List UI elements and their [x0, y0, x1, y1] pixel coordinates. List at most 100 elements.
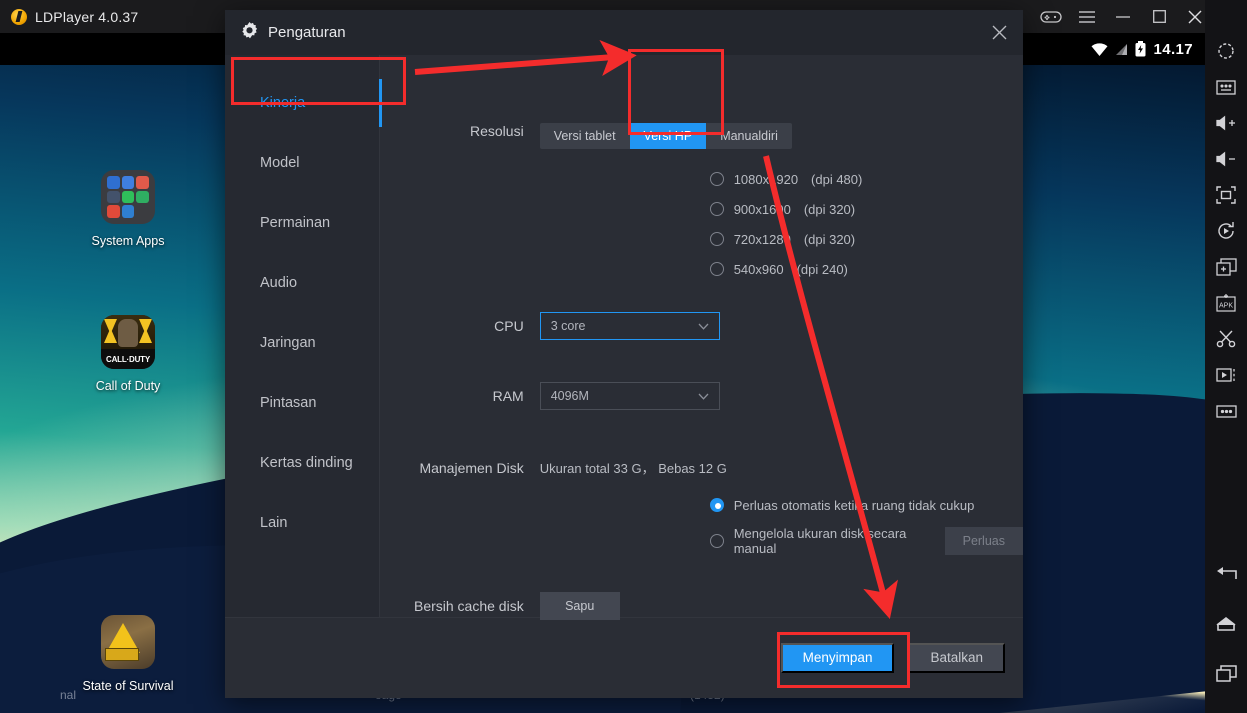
sidebar-item-jaringan[interactable]: Jaringan	[225, 313, 380, 373]
radio-label: 540x960 (dpi 240)	[733, 261, 848, 277]
ram-select-value: 4096M	[550, 389, 589, 403]
settings-sidebar: Kinerja Model Permainan Audio Jaringan P…	[225, 55, 382, 617]
radio-900x1600[interactable]: 900x1600 (dpi 320)	[709, 194, 1023, 224]
ram-label: RAM	[492, 388, 524, 404]
radio-720x1280[interactable]: 720x1280 (dpi 320)	[709, 224, 1023, 254]
chevron-down-icon	[698, 389, 709, 403]
tab-versi-hp[interactable]: Versi HP	[629, 123, 707, 149]
volume-down-icon[interactable]	[1205, 141, 1247, 177]
sweep-cache-button[interactable]: Sapu	[539, 592, 620, 620]
radio-540x960[interactable]: 540x960 (dpi 240)	[709, 254, 1023, 284]
state-of-survival-icon	[101, 615, 155, 669]
radio-indicator	[709, 262, 724, 276]
dialog-title: Pengaturan	[268, 24, 346, 41]
folder-system-apps-icon	[101, 170, 155, 224]
sidebar-item-kinerja[interactable]: Kinerja	[225, 73, 382, 133]
keyboard-icon[interactable]	[1205, 69, 1247, 105]
close-icon[interactable]	[975, 10, 1023, 55]
settings-dialog: Pengaturan Kinerja Model Permainan Audio…	[225, 10, 1023, 698]
more-options-icon[interactable]	[1205, 393, 1247, 429]
chevron-down-icon	[698, 319, 709, 333]
home-icon[interactable]	[1205, 605, 1247, 641]
resolution-label: Resolusi	[470, 123, 524, 139]
app-label: Call of Duty	[95, 379, 161, 393]
call-of-duty-icon: CALL·DUTY	[101, 315, 155, 369]
screen-root: 14.17 System Apps CALL·DUTY Call of Duty…	[0, 0, 1247, 713]
minimize-icon[interactable]	[1105, 0, 1141, 33]
svg-text:APK: APK	[1219, 303, 1233, 310]
radio-indicator	[709, 534, 724, 548]
sidebar-item-label: Kinerja	[260, 95, 306, 111]
app-tile-text: CALL·DUTY	[101, 349, 155, 369]
disk-row: Manajemen Disk Ukuran total 33 G， Bebas …	[380, 458, 1023, 477]
sidebar-item-pintasan[interactable]: Pintasan	[225, 373, 380, 433]
disk-options: Perluas otomatis ketika ruang tidak cuku…	[709, 490, 1023, 556]
ldplayer-title: LDPlayer 4.0.37	[35, 8, 139, 25]
cpu-select[interactable]: 3 core	[539, 312, 720, 340]
recents-icon[interactable]	[1205, 655, 1247, 691]
ram-select[interactable]: 4096M	[539, 382, 720, 410]
tab-manualdiri[interactable]: Manualdiri	[706, 123, 792, 149]
resize-screen-icon[interactable]	[1205, 177, 1247, 213]
disk-label: Manajemen Disk	[419, 459, 524, 476]
video-record-icon[interactable]	[1205, 357, 1247, 393]
sidebar-item-model[interactable]: Model	[225, 133, 380, 193]
expand-disk-button[interactable]: Perluas	[944, 527, 1023, 555]
radio-label: 720x1280 (dpi 320)	[733, 231, 856, 247]
install-apk-icon[interactable]: APK	[1205, 285, 1247, 321]
sidebar-item-audio[interactable]: Audio	[225, 253, 380, 313]
sidebar-item-label: Pintasan	[260, 395, 317, 411]
radio-label: Perluas otomatis ketika ruang tidak cuku…	[733, 497, 975, 513]
radio-indicator	[709, 498, 724, 512]
resolution-tab-group: Versi tablet Versi HP Manualdiri	[539, 123, 792, 149]
cpu-select-value: 3 core	[550, 319, 586, 333]
save-button[interactable]: Menyimpan	[780, 642, 895, 673]
sidebar-item-kertas-dinding[interactable]: Kertas dinding	[225, 433, 380, 493]
cpu-label: CPU	[494, 318, 524, 334]
maximize-icon[interactable]	[1141, 0, 1177, 33]
wifi-icon	[1091, 42, 1108, 56]
app-icon-call-of-duty[interactable]: CALL·DUTY Call of Duty	[68, 315, 188, 393]
sidebar-item-label: Model	[260, 155, 300, 171]
volume-up-icon[interactable]	[1205, 105, 1247, 141]
sidebar-item-permainan[interactable]: Permainan	[225, 193, 380, 253]
right-toolbar: APK	[1205, 0, 1247, 713]
sidebar-item-label: Kertas dinding	[260, 455, 353, 471]
settings-content-kinerja: Resolusi Versi tablet Versi HP Manualdir…	[380, 55, 1023, 620]
radio-label: Mengelola ukuran disk secara manual	[733, 526, 907, 556]
cache-row: Bersih cache disk Sapu	[380, 592, 1023, 620]
tab-versi-tablet[interactable]: Versi tablet	[540, 123, 630, 149]
battery-charging-icon	[1135, 41, 1146, 57]
gear-icon	[241, 21, 258, 44]
fullscreen-rotate-icon[interactable]	[1205, 33, 1247, 69]
dialog-footer: Menyimpan Batalkan	[225, 617, 1023, 697]
sidebar-item-label: Permainan	[260, 215, 331, 231]
radio-label: 1080x1920 (dpi 480)	[733, 171, 863, 187]
radio-indicator	[709, 172, 724, 186]
sidebar-item-label: Jaringan	[260, 335, 316, 351]
cpu-row: CPU 3 core	[380, 312, 1023, 340]
app-icon-system-apps[interactable]: System Apps	[68, 170, 188, 248]
gamepad-icon[interactable]	[1033, 0, 1069, 33]
back-icon[interactable]	[1205, 555, 1247, 591]
disk-summary: Ukuran total 33 G， Bebas 12 G	[539, 461, 727, 476]
radio-auto-expand[interactable]: Perluas otomatis ketika ruang tidak cuku…	[709, 490, 1023, 520]
app-label: System Apps	[91, 234, 165, 248]
radio-manual-disk[interactable]: Mengelola ukuran disk secara manual Perl…	[709, 526, 1023, 556]
sidebar-item-lain[interactable]: Lain	[225, 493, 380, 553]
menu-icon[interactable]	[1069, 0, 1105, 33]
radio-1080x1920[interactable]: 1080x1920 (dpi 480)	[709, 164, 1023, 194]
scissors-icon[interactable]	[1205, 321, 1247, 357]
cancel-button[interactable]: Batalkan	[908, 642, 1005, 673]
signal-icon	[1115, 43, 1128, 56]
rotate-screen-icon[interactable]	[1205, 213, 1247, 249]
dialog-body: Kinerja Model Permainan Audio Jaringan P…	[225, 55, 1023, 620]
status-time: 14.17	[1153, 40, 1193, 58]
dialog-titlebar: Pengaturan	[225, 10, 1023, 55]
app-label: State of Survival	[82, 679, 174, 693]
multi-instance-icon[interactable]	[1205, 249, 1247, 285]
app-icon-state-of-survival[interactable]: State of Survival	[68, 615, 188, 693]
ram-row: RAM 4096M	[380, 382, 1023, 410]
partial-app-label-1: nal	[60, 688, 77, 702]
sidebar-item-label: Audio	[260, 275, 298, 291]
